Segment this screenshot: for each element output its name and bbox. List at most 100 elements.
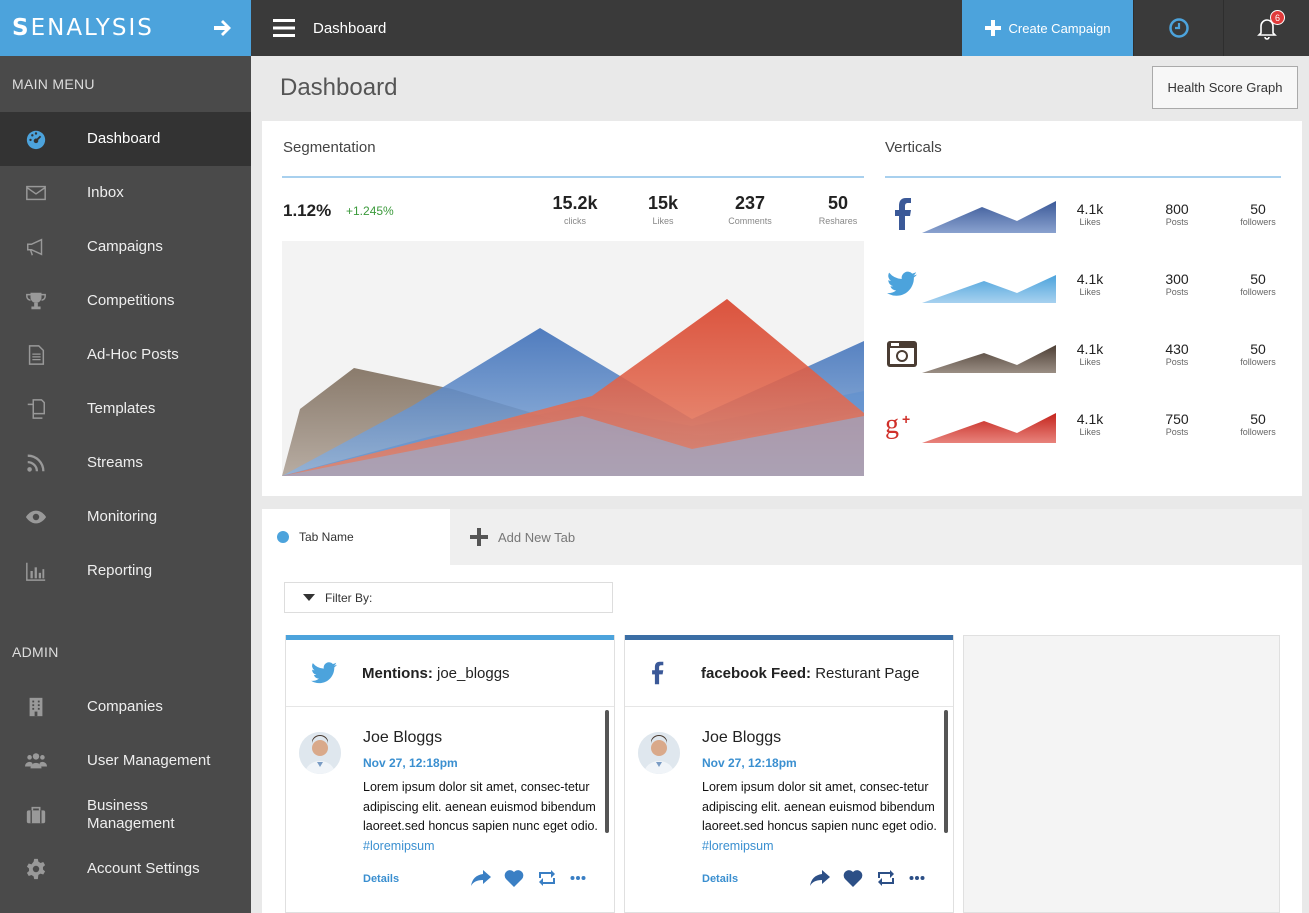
vertical-row-instagram[interactable]: 4.1k Likes 430 Posts 50 followers	[885, 333, 1285, 383]
tabs-bar: Tab Name Add New Tab	[262, 509, 1302, 565]
stat-label: clicks	[564, 216, 586, 226]
sidebar-item-streams[interactable]: Streams	[0, 436, 251, 490]
sidebar-item-companies[interactable]: Companies	[0, 680, 251, 734]
notification-badge: 6	[1270, 10, 1285, 25]
stat-value: 15.2k	[552, 193, 598, 213]
caret-down-icon	[303, 594, 315, 601]
tab-dot-icon	[277, 531, 289, 543]
verticals-title: Verticals	[885, 139, 942, 156]
divider	[885, 176, 1281, 178]
stat-clicks: 15.2k clicks	[550, 193, 600, 226]
sidebar-item-adhoc-posts[interactable]: Ad-Hoc Posts	[0, 328, 251, 382]
vertical-posts: 300 Posts	[1165, 271, 1189, 297]
sidebar-item-label: Competitions	[87, 292, 175, 309]
arrow-right-icon[interactable]	[211, 16, 235, 40]
vertical-followers: 50 followers	[1240, 201, 1276, 227]
sidebar-item-account-settings[interactable]: Account Settings	[0, 842, 251, 896]
google-plus-icon: g +	[885, 407, 919, 441]
sidebar-item-user-management[interactable]: User Management	[0, 734, 251, 788]
vertical-row-google-plus[interactable]: g + 4.1k Likes 750 Posts 50 followers	[885, 403, 1285, 453]
sidebar-item-competitions[interactable]: Competitions	[0, 274, 251, 328]
building-icon	[0, 696, 87, 718]
sidebar-item-inbox[interactable]: Inbox	[0, 166, 251, 220]
tab-tab-name[interactable]: Tab Name	[262, 509, 450, 565]
retweet-icon[interactable]	[876, 870, 896, 886]
notifications-button[interactable]: 6	[1223, 0, 1309, 56]
sidebar-item-templates[interactable]: Templates	[0, 382, 251, 436]
sidebar-item-label: Business Management	[87, 797, 175, 832]
sidebar-item-dashboard[interactable]: Dashboard	[0, 112, 251, 166]
hashtag-link[interactable]: #loremipsum	[363, 839, 435, 853]
scrollbar[interactable]	[944, 710, 948, 833]
vertical-likes: 4.1k Likes	[1076, 201, 1104, 227]
sidebar-item-reporting[interactable]: Reporting	[0, 544, 251, 598]
post-time: Nov 27, 12:18pm	[363, 756, 458, 770]
filter-label: Filter By:	[325, 590, 373, 605]
vertical-row-facebook[interactable]: 4.1k Likes 800 Posts 50 followers	[885, 193, 1285, 243]
sidebar-item-label: Ad-Hoc Posts	[87, 346, 179, 363]
document-icon	[0, 344, 87, 366]
more-icon[interactable]	[909, 875, 925, 881]
brand-bar: SENALYSIS	[0, 0, 251, 56]
main-menu-label: MAIN MENU	[12, 76, 95, 92]
share-icon[interactable]	[471, 870, 491, 886]
sparkline-instagram	[922, 345, 1056, 373]
twitter-icon	[286, 662, 362, 684]
feed-post: Joe Bloggs Nov 27, 12:18pm Lorem ipsum d…	[286, 707, 614, 912]
topbar: Dashboard Create Campaign 6	[251, 0, 1309, 56]
vertical-likes: 4.1k Likes	[1076, 411, 1104, 437]
sidebar-item-label: Dashboard	[87, 130, 161, 147]
more-icon[interactable]	[570, 875, 586, 881]
stat-likes: 15k Likes	[643, 193, 683, 226]
vertical-followers: 50 followers	[1240, 341, 1276, 367]
sidebar-item-label: Reporting	[87, 562, 153, 579]
topbar-title: Dashboard	[313, 19, 387, 37]
heart-icon[interactable]	[843, 869, 863, 887]
sidebar-item-label: Campaigns	[87, 238, 163, 255]
details-link[interactable]: Details	[363, 873, 399, 885]
gear-icon	[0, 858, 87, 880]
page-title: Dashboard	[280, 74, 398, 101]
retweet-icon[interactable]	[537, 870, 557, 886]
vertical-followers: 50 followers	[1240, 411, 1276, 437]
avatar[interactable]	[638, 732, 680, 774]
sidebar-item-business-management[interactable]: Business Management	[0, 788, 251, 842]
sidebar-item-monitoring[interactable]: Monitoring	[0, 490, 251, 544]
vertical-posts: 750 Posts	[1165, 411, 1189, 437]
sidebar-item-label: Account Settings	[87, 860, 200, 877]
stats-panel: Segmentation 1.12% +1.245% 15.2k clicks …	[262, 121, 1302, 496]
hamburger-icon[interactable]	[259, 0, 309, 56]
post-actions	[471, 869, 586, 887]
sidebar-item-label: Inbox	[87, 184, 124, 201]
create-campaign-button[interactable]: Create Campaign	[962, 0, 1133, 56]
health-score-graph-button[interactable]: Health Score Graph	[1152, 66, 1298, 109]
segmentation-title: Segmentation	[283, 139, 376, 156]
svg-text:+: +	[902, 411, 910, 427]
clock-icon	[1168, 18, 1189, 38]
post-author[interactable]: Joe Bloggs	[702, 729, 781, 747]
avatar[interactable]	[299, 732, 341, 774]
copy-icon	[0, 398, 87, 420]
tab-label: Tab Name	[299, 530, 354, 544]
heart-icon[interactable]	[504, 869, 524, 887]
vertical-posts: 430 Posts	[1165, 341, 1189, 367]
details-link[interactable]: Details	[702, 873, 738, 885]
history-button[interactable]	[1133, 0, 1223, 56]
stat-reshares: 50 Reshares	[814, 193, 862, 226]
brand-logo[interactable]: SENALYSIS	[12, 15, 154, 41]
hashtag-link[interactable]: #loremipsum	[702, 839, 774, 853]
sparkline-facebook	[922, 201, 1056, 233]
camera-icon	[885, 337, 919, 371]
eye-icon	[0, 506, 87, 528]
add-new-tab-button[interactable]: Add New Tab	[470, 509, 575, 565]
share-icon[interactable]	[810, 870, 830, 886]
sidebar-item-campaigns[interactable]: Campaigns	[0, 220, 251, 274]
scrollbar[interactable]	[605, 710, 609, 833]
feed-title: facebook Feed: Resturant Page	[701, 664, 920, 682]
filter-dropdown[interactable]: Filter By:	[284, 582, 613, 613]
stat-value: 15k	[647, 193, 679, 213]
post-author[interactable]: Joe Bloggs	[363, 729, 442, 747]
stat-label: Likes	[652, 216, 674, 226]
sidebar-item-label: Monitoring	[87, 508, 158, 525]
vertical-row-twitter[interactable]: 4.1k Likes 300 Posts 50 followers	[885, 263, 1285, 313]
